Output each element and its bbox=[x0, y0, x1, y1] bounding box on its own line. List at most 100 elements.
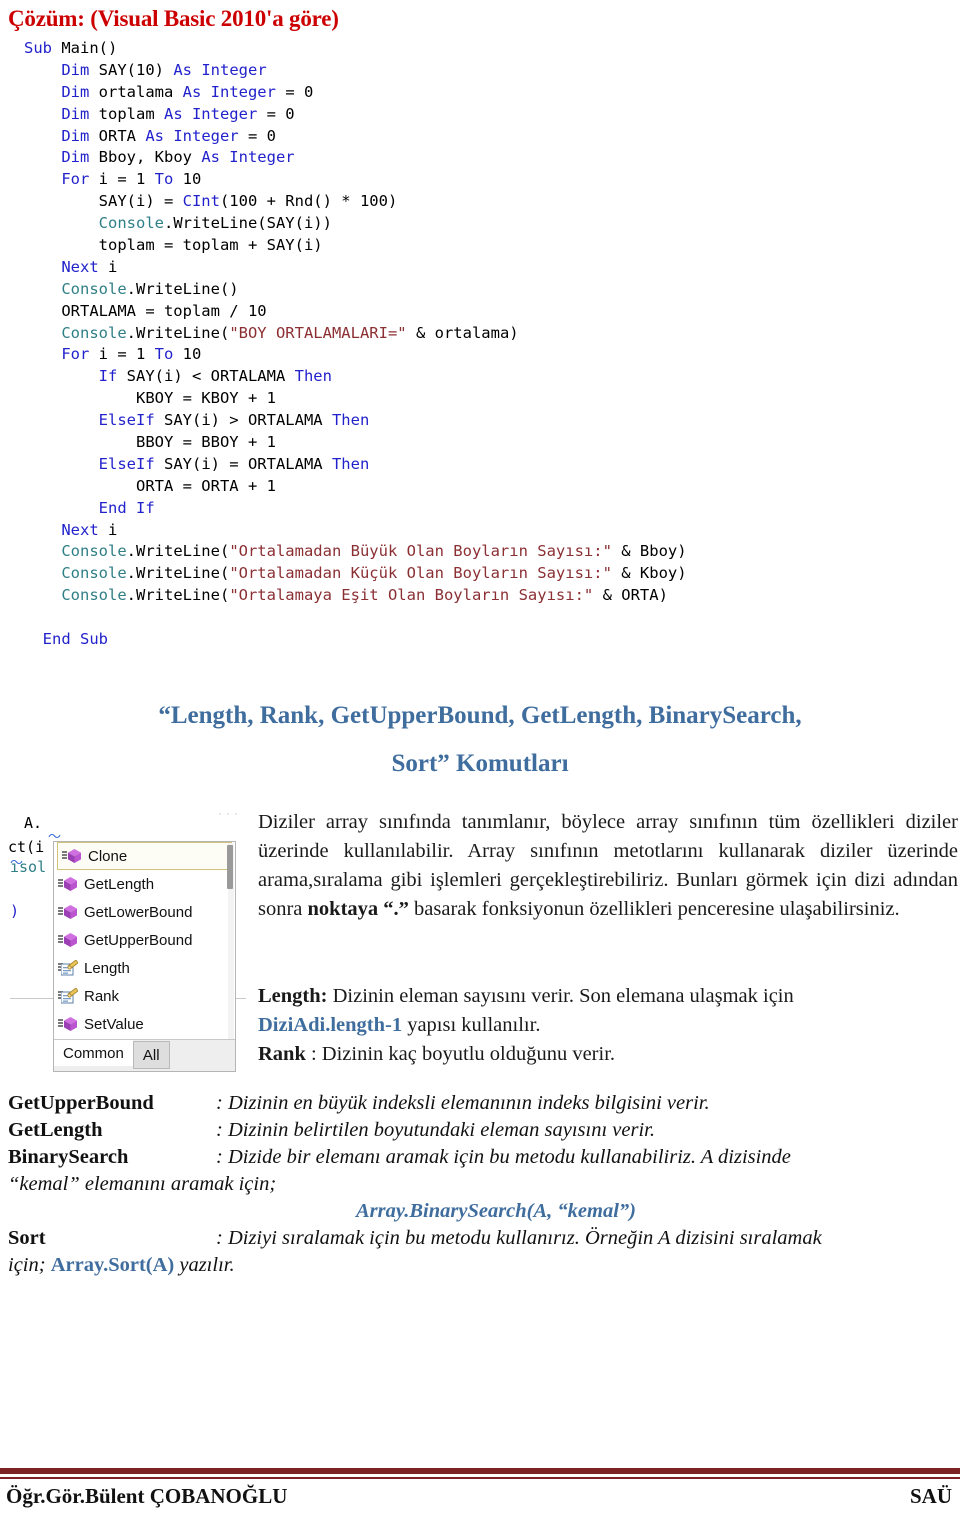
code-fragment-4: ) bbox=[10, 902, 20, 920]
method-cube-icon bbox=[58, 903, 78, 921]
method-cube-icon bbox=[62, 847, 82, 865]
code-line: Dim Bboy, Kboy As Integer bbox=[61, 148, 295, 167]
binarysearch-continuation: “kemal” elemanını aramak için; bbox=[8, 1173, 277, 1195]
intellisense-item[interactable]: GetLength bbox=[54, 870, 235, 898]
page-footer: Öğr.Gör.Bülent ÇOBANOĞLU SAÜ bbox=[0, 1482, 960, 1516]
length-desc: Dizinin eleman sayısını verir. Son elema… bbox=[327, 985, 794, 1007]
intellisense-item[interactable]: SetValue bbox=[54, 1010, 235, 1038]
section-heading: “Length, Rank, GetUpperBound, GetLength,… bbox=[0, 692, 960, 788]
rank-term: Rank bbox=[258, 1043, 306, 1065]
intro-text-post: basarak fonksiyonun özellikleri penceres… bbox=[408, 898, 900, 920]
definition-row: BinarySearch : Dizide bir elemanı aramak … bbox=[8, 1144, 954, 1171]
method-definitions: GetUpperBound : Dizinin en büyük indeksli… bbox=[8, 1090, 954, 1279]
definition-term: GetUpperBound bbox=[8, 1092, 154, 1114]
sort-cont-pre: için; bbox=[8, 1254, 51, 1276]
code-line: Console.WriteLine("BOY ORTALAMALARI=" & … bbox=[61, 323, 519, 342]
code-line: For i = 1 To 10 bbox=[61, 345, 202, 364]
visual-studio-screenshot: ··· A. 〜 ct(i 〜 ısol ) Clone GetLength Get… bbox=[8, 800, 248, 1072]
length-tail: yapısı kullanılır. bbox=[402, 1014, 541, 1036]
code-line: Console.WriteLine("Ortalamadan Küçük Ola… bbox=[61, 564, 687, 583]
code-line: Dim SAY(10) As Integer bbox=[61, 60, 267, 79]
definition-row: GetUpperBound : Dizinin en büyük indeksli… bbox=[8, 1090, 954, 1117]
property-icon bbox=[58, 987, 79, 1005]
code-line: KBOY = KBOY + 1 bbox=[24, 389, 276, 408]
intro-paragraph: Diziler array sınıfında tanımlanır, böyl… bbox=[258, 808, 958, 924]
code-line: Next i bbox=[61, 520, 118, 539]
footer-institution: SAÜ bbox=[909, 1484, 952, 1508]
intellisense-scrollbar[interactable] bbox=[227, 843, 234, 1039]
code-fragment-1: A. bbox=[24, 814, 43, 832]
intellisense-item-label: Length bbox=[84, 959, 130, 977]
intellisense-item-label: Rank bbox=[84, 987, 120, 1005]
code-fragment-3: ısol bbox=[10, 858, 47, 876]
length-term: Length: bbox=[258, 985, 328, 1007]
property-icon bbox=[58, 959, 79, 977]
intellisense-item[interactable]: Rank bbox=[54, 982, 235, 1010]
code-line: Console.WriteLine("Ortalamadan Büyük Ola… bbox=[61, 542, 687, 561]
sort-continuation: için; Array.Sort(A) yazılır. bbox=[8, 1252, 954, 1279]
binarysearch-code: Array.BinarySearch(A, “kemal”) bbox=[356, 1200, 636, 1222]
code-line: Next i bbox=[61, 257, 118, 276]
definition-rows: GetUpperBound : Dizinin en büyük indeksli… bbox=[8, 1090, 954, 1171]
definition-desc: : Dizinin en büyük indeksli elemanının i… bbox=[216, 1092, 710, 1114]
definition-desc-sort: : Diziyi sıralamak için bu metodu kullan… bbox=[216, 1227, 822, 1249]
intellisense-item[interactable]: Length bbox=[54, 954, 235, 982]
code-line: If SAY(i) < ORTALAMA Then bbox=[98, 367, 332, 386]
intro-paragraph-text: Diziler array sınıfında tanımlanır, böyl… bbox=[258, 808, 958, 924]
code-line: SAY(i) = CInt(100 + Rnd() * 100) bbox=[24, 192, 398, 211]
code-line: Dim ortalama As Integer = 0 bbox=[61, 82, 314, 101]
intellisense-item-label: GetUpperBound bbox=[84, 931, 193, 949]
length-code-line: DiziAdi.length-1 yapısı kullanılır. bbox=[258, 1011, 958, 1040]
footer-rule-thick bbox=[0, 1468, 960, 1474]
definition-row-sort: Sort : Diziyi sıralamak için bu metodu ku… bbox=[8, 1225, 954, 1252]
intellisense-tab-all[interactable]: All bbox=[132, 1041, 170, 1069]
code-line: Console.WriteLine() bbox=[61, 279, 239, 298]
definition-term: BinarySearch bbox=[8, 1146, 129, 1168]
section-heading-line1: “Length, Rank, GetUpperBound, GetLength,… bbox=[158, 702, 802, 729]
length-line: Length: Dizinin eleman sayısını verir. S… bbox=[258, 982, 958, 1011]
length-rank-block: Length: Dizinin eleman sayısını verir. S… bbox=[258, 982, 958, 1069]
intellisense-item-label: SetValue bbox=[84, 1015, 144, 1033]
code-line: ElseIf SAY(i) > ORTALAMA Then bbox=[98, 411, 370, 430]
intro-text-bold: noktaya “.” bbox=[307, 898, 409, 920]
intellisense-popup[interactable]: Clone GetLength GetLowerBound GetUpperBound… bbox=[53, 841, 236, 1072]
intellisense-item[interactable]: Clone bbox=[57, 842, 232, 870]
intellisense-list[interactable]: Clone GetLength GetLowerBound GetUpperBound… bbox=[54, 842, 235, 1040]
definition-term: GetLength bbox=[8, 1119, 103, 1141]
intellisense-item-label: GetLowerBound bbox=[84, 903, 193, 921]
intellisense-tabs[interactable]: Common All bbox=[54, 1039, 235, 1071]
definition-desc: : Dizide bir elemanı aramak için bu meto… bbox=[216, 1146, 791, 1168]
code-line: Sub Main() bbox=[24, 39, 118, 57]
sort-cont-post: yazılır. bbox=[174, 1254, 235, 1276]
sort-cont-code: Array.Sort(A) bbox=[50, 1254, 175, 1276]
method-cube-icon bbox=[58, 1015, 78, 1033]
document-page: Çözüm: (Visual Basic 2010'a göre) Sub Ma… bbox=[0, 0, 960, 1518]
method-cube-icon bbox=[58, 875, 78, 893]
code-line: toplam = toplam + SAY(i) bbox=[24, 236, 323, 255]
code-line: ElseIf SAY(i) = ORTALAMA Then bbox=[98, 454, 370, 473]
footer-author: Öğr.Gör.Bülent ÇOBANOĞLU bbox=[6, 1484, 288, 1508]
definition-term-sort: Sort bbox=[8, 1227, 46, 1249]
code-line: Dim ORTA As Integer = 0 bbox=[61, 126, 276, 145]
code-line: ORTA = ORTA + 1 bbox=[24, 476, 276, 495]
definition-desc: : Dizinin belirtilen boyutundaki eleman … bbox=[216, 1119, 655, 1141]
code-line: For i = 1 To 10 bbox=[61, 170, 202, 189]
intellisense-item[interactable]: GetUpperBound bbox=[54, 926, 235, 954]
code-line: BBOY = BBOY + 1 bbox=[24, 433, 276, 452]
scrollbar-thumb[interactable] bbox=[227, 845, 233, 889]
code-line: Console.WriteLine("Ortalamaya Eşit Olan … bbox=[61, 586, 668, 605]
code-line: Dim toplam As Integer = 0 bbox=[61, 104, 295, 123]
code-line: Console.WriteLine(SAY(i)) bbox=[98, 214, 332, 233]
rank-line: Rank : Dizinin kaç boyutlu olduğunu veri… bbox=[258, 1040, 958, 1069]
intellisense-item-label: Clone bbox=[88, 847, 128, 865]
intellisense-item[interactable]: GetLowerBound bbox=[54, 898, 235, 926]
page-title: Çözüm: (Visual Basic 2010'a göre) bbox=[8, 6, 339, 31]
code-line: End If bbox=[98, 498, 155, 517]
intellisense-tab-common[interactable]: Common bbox=[54, 1040, 133, 1066]
section-heading-line2: Sort” Komutları bbox=[391, 750, 569, 777]
rank-desc: : Dizinin kaç boyutlu olduğunu verir. bbox=[305, 1043, 616, 1065]
footer-rule-thin bbox=[0, 1477, 960, 1479]
vb-code-listing: Sub Main() Dim SAY(10) As Integer Dim or… bbox=[24, 38, 924, 651]
method-cube-icon bbox=[58, 931, 78, 949]
